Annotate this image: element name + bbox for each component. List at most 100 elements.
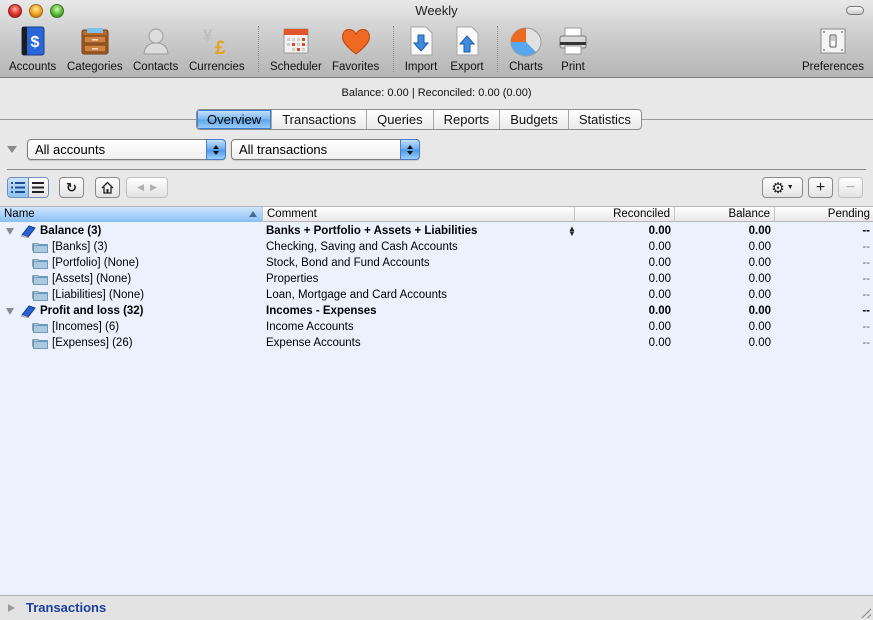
folder-icon <box>33 323 48 333</box>
toolbar-separator <box>258 26 259 72</box>
row-comment: Checking, Saving and Cash Accounts <box>266 241 458 253</box>
row-pending: -- <box>862 337 870 349</box>
home-button[interactable] <box>95 177 120 198</box>
row-comment: Banks + Portfolio + Assets + Liabilities <box>266 225 478 237</box>
toolbar-toggle-button[interactable] <box>846 6 864 15</box>
folder-icon <box>33 275 48 285</box>
toolbar-contacts-button[interactable]: Contacts <box>133 24 178 76</box>
row-pending: -- <box>862 257 870 269</box>
plus-icon: + <box>815 178 826 196</box>
folder-icon <box>33 291 48 301</box>
table-row[interactable]: [Portfolio] (None) Stock, Bond and Fund A… <box>0 255 873 271</box>
table-header: Name Comment Reconciled Balance Pending <box>0 206 873 222</box>
column-header-pending[interactable]: Pending <box>775 207 873 222</box>
view-tabs: Overview Transactions Queries Reports Bu… <box>196 109 642 130</box>
row-balance: 0.00 <box>748 321 771 333</box>
accounts-book-icon: $ <box>16 24 50 58</box>
row-reconciled: 0.00 <box>648 289 671 301</box>
window-title: Weekly <box>415 3 458 18</box>
toolbar-import-button[interactable]: Import <box>404 24 438 76</box>
tab-reports[interactable]: Reports <box>434 110 501 129</box>
select-arrows-icon <box>400 139 420 160</box>
table-row[interactable]: Balance (3) Banks + Portfolio + Assets + … <box>0 223 873 239</box>
transactions-filter-value: All transactions <box>239 142 328 157</box>
row-pending: -- <box>862 289 870 301</box>
disclosure-triangle-expanded[interactable] <box>6 308 14 315</box>
toolbar-scheduler-button[interactable]: Scheduler <box>270 24 322 76</box>
tab-transactions[interactable]: Transactions <box>272 110 368 129</box>
disclosure-triangle-expanded[interactable] <box>6 228 14 235</box>
folder-icon <box>33 243 48 253</box>
row-balance: 0.00 <box>748 305 771 317</box>
tab-queries[interactable]: Queries <box>367 110 434 129</box>
column-header-comment[interactable]: Comment <box>263 207 575 222</box>
table-row[interactable]: [Assets] (None) Properties 0.00 0.00 -- <box>0 271 873 287</box>
transactions-panel-bar: Transactions <box>0 595 873 620</box>
contacts-person-icon <box>139 24 173 58</box>
accounts-outline-table: Name Comment Reconciled Balance Pending … <box>0 206 873 595</box>
filter-disclosure-triangle[interactable] <box>7 146 17 153</box>
row-name: [Expenses] (26) <box>52 337 133 349</box>
table-row[interactable]: [Banks] (3) Checking, Saving and Cash Acc… <box>0 239 873 255</box>
transactions-panel-disclosure-triangle[interactable] <box>8 604 15 612</box>
tab-overview[interactable]: Overview <box>197 110 273 129</box>
svg-text:£: £ <box>215 38 226 57</box>
table-row[interactable]: [Liabilities] (None) Loan, Mortgage and C… <box>0 287 873 303</box>
back-arrow-icon[interactable]: ◀ <box>137 182 144 193</box>
outline-view-button[interactable] <box>8 178 29 197</box>
flat-view-button[interactable] <box>28 178 48 197</box>
row-name: Balance (3) <box>40 225 102 237</box>
row-name: [Incomes] (6) <box>52 321 120 333</box>
row-pending: -- <box>862 225 870 237</box>
toolbar-preferences-button[interactable]: Preferences <box>802 24 864 76</box>
row-name: [Banks] (3) <box>52 241 108 253</box>
toolbar-charts-button[interactable]: Charts <box>509 24 543 76</box>
accounts-filter-select[interactable]: All accounts <box>27 139 226 160</box>
toolbar-currencies-button[interactable]: ¥ £ Currencies <box>189 24 245 76</box>
row-balance: 0.00 <box>748 225 771 237</box>
column-header-name[interactable]: Name <box>0 207 263 222</box>
minus-icon: − <box>845 178 856 196</box>
tab-statistics[interactable]: Statistics <box>569 110 641 129</box>
transactions-panel-label[interactable]: Transactions <box>26 600 106 615</box>
toolbar-favorites-button[interactable]: Favorites <box>332 24 379 76</box>
table-row[interactable]: Profit and loss (32) Incomes - Expenses 0.… <box>0 303 873 319</box>
column-header-reconciled[interactable]: Reconciled <box>575 207 675 222</box>
refresh-button[interactable]: ↻ <box>59 177 84 198</box>
toolbar-categories-button[interactable]: Categories <box>67 24 123 76</box>
import-arrow-down-icon <box>404 24 438 58</box>
back-forward-control: ◀ ▶ <box>126 177 168 198</box>
currencies-yen-pound-icon: ¥ £ <box>200 24 234 58</box>
row-comment: Expense Accounts <box>266 337 361 349</box>
row-balance: 0.00 <box>748 289 771 301</box>
table-row[interactable]: [Expenses] (26) Expense Accounts 0.00 0.00 -… <box>0 335 873 351</box>
row-reconciled: 0.00 <box>648 321 671 333</box>
table-row[interactable]: [Incomes] (6) Income Accounts 0.00 0.00 -- <box>0 319 873 335</box>
row-reconciled: 0.00 <box>648 337 671 349</box>
scheduler-calendar-icon <box>279 24 313 58</box>
transactions-filter-select[interactable]: All transactions <box>231 139 420 160</box>
svg-text:$: $ <box>30 34 39 51</box>
row-comment: Incomes - Expenses <box>266 305 377 317</box>
toolbar-separator <box>497 26 498 72</box>
balance-summary: Balance: 0.00 | Reconciled: 0.00 (0.00) <box>341 87 532 99</box>
toolbar-print-button[interactable]: Print <box>556 24 590 76</box>
forward-arrow-icon[interactable]: ▶ <box>150 182 157 193</box>
action-menu-button[interactable]: ⚙ ▼ <box>762 177 803 198</box>
window-resize-grip[interactable] <box>859 606 871 618</box>
toolbar-accounts-button[interactable]: $ Accounts <box>9 24 56 76</box>
tab-budgets[interactable]: Budgets <box>500 110 569 129</box>
remove-button[interactable]: − <box>838 177 863 198</box>
select-arrows-icon <box>206 139 226 160</box>
add-button[interactable]: + <box>808 177 833 198</box>
row-comment: Income Accounts <box>266 321 354 333</box>
sort-ascending-icon <box>249 211 257 217</box>
toolbar-export-button[interactable]: Export <box>450 24 484 76</box>
row-pending: -- <box>862 321 870 333</box>
folder-icon <box>33 339 48 349</box>
column-header-balance[interactable]: Balance <box>675 207 775 222</box>
row-pending: -- <box>862 241 870 253</box>
row-comment: Loan, Mortgage and Card Accounts <box>266 289 447 301</box>
accounts-filter-value: All accounts <box>35 142 106 157</box>
row-balance: 0.00 <box>748 257 771 269</box>
